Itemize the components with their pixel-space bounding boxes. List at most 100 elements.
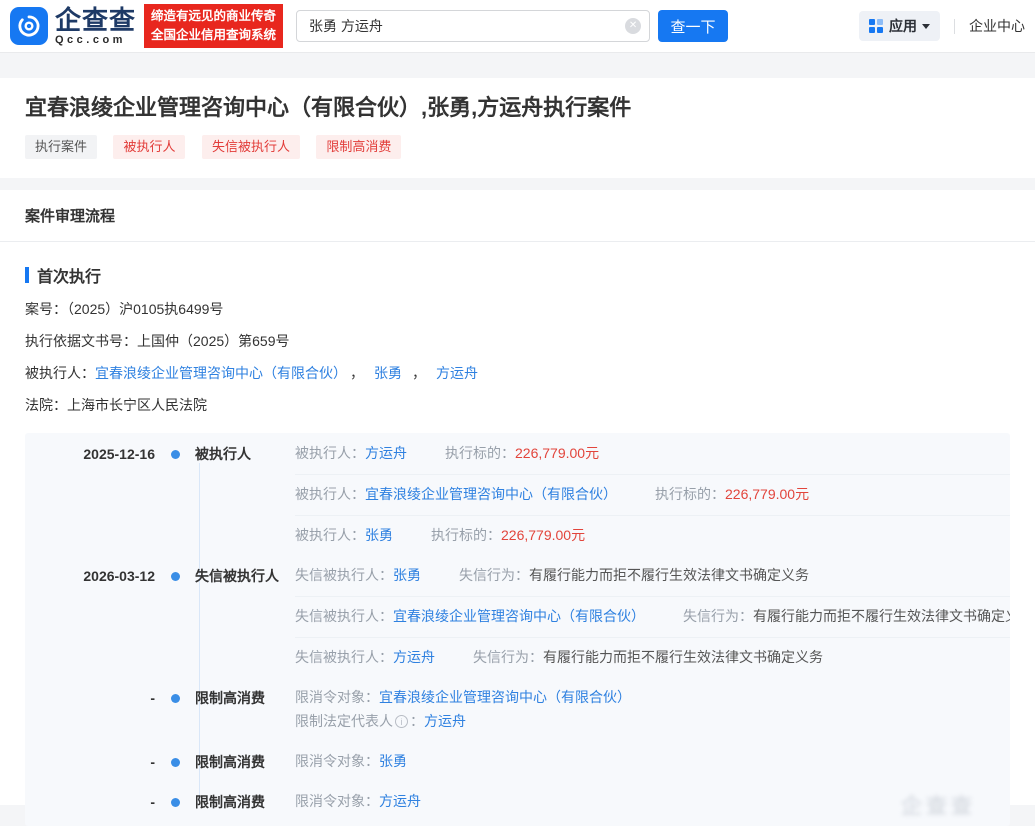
party-link[interactable]: 宜春浪绫企业管理咨询中心（有限合伙）: [365, 486, 617, 502]
detail-label: 被执行人：: [295, 527, 365, 543]
detail-label: 执行标的：: [655, 486, 725, 502]
timeline-dot: [171, 450, 180, 459]
detail-label: 限消令对象：: [295, 753, 379, 769]
execution-amount: 226,779.00元: [725, 486, 809, 502]
clear-search-icon[interactable]: ✕: [625, 18, 641, 34]
tag-row: 执行案件 被执行人 失信被执行人 限制高消费: [25, 135, 1010, 159]
detail-label: 限消令对象：: [295, 689, 379, 705]
detail-label: 失信被执行人：: [295, 608, 393, 624]
execution-amount: 226,779.00元: [515, 445, 599, 461]
party-link[interactable]: 张勇: [365, 527, 393, 543]
case-number-value: （2025）沪0105执6499号: [67, 301, 223, 317]
detail-row: 失信被执行人：宜春浪绫企业管理咨询中心（有限合伙）失信行为：有履行能力而拒不履行…: [295, 596, 1010, 637]
party-link[interactable]: 方运舟: [424, 713, 466, 729]
party-link-company[interactable]: 宜春浪绫企业管理咨询中心（有限合伙）: [95, 365, 340, 381]
chevron-down-icon: [922, 24, 930, 29]
detail-label: 失信行为：: [683, 608, 753, 624]
search-input[interactable]: [296, 10, 650, 42]
party-link[interactable]: 方运舟: [365, 445, 407, 461]
section-title: 案件审理流程: [25, 205, 1010, 226]
detail-label: 失信行为：: [459, 567, 529, 583]
basis-document-row: 执行依据文书号：上国仲（2025）第659号: [25, 332, 1010, 351]
event-date: -: [25, 782, 155, 812]
party-link[interactable]: 宜春浪绫企业管理咨询中心（有限合伙）: [393, 608, 645, 624]
tag-dishonest-person: 失信被执行人: [202, 135, 300, 159]
party-link-fangyunzhou[interactable]: 方运舟: [436, 365, 478, 381]
detail-label: 失信被执行人：: [295, 567, 393, 583]
section-divider: [0, 241, 1035, 242]
detail-label: 限制法定代表人: [295, 713, 393, 729]
qcc-logo[interactable]: 企查查 Qcc.com: [10, 7, 136, 46]
stage-accent-bar: [25, 267, 29, 283]
header-divider: [954, 19, 955, 34]
party-link[interactable]: 宜春浪绫企业管理咨询中心（有限合伙）: [379, 689, 631, 705]
detail-row: 被执行人：宜春浪绫企业管理咨询中心（有限合伙）执行标的：226,779.00元: [295, 474, 1010, 515]
timeline-dot: [171, 758, 180, 767]
event-date: 2025-12-16: [25, 434, 155, 464]
detail-label: ：: [410, 713, 424, 729]
timeline-event-executed: 2025-12-16 被执行人 被执行人：方运舟执行标的：226,779.00元…: [25, 434, 1010, 556]
timeline-event-restriction: - 限制高消费 限消令对象：宜春浪绫企业管理咨询中心（有限合伙） 限制法定代表人…: [25, 678, 1010, 742]
court-row: 法院：上海市长宁区人民法院: [25, 396, 1010, 415]
timeline-dot: [171, 694, 180, 703]
detail-row: 被执行人：方运舟 执行标的：226,779.00元: [295, 434, 1010, 474]
slogan-banner: 缔造有远见的商业传奇 全国企业信用查询系统: [144, 4, 283, 48]
tag-consumption-restriction: 限制高消费: [316, 135, 401, 159]
execution-amount: 226,779.00元: [501, 527, 585, 543]
detail-row: 失信被执行人：方运舟失信行为：有履行能力而拒不履行生效法律文书确定义务: [295, 637, 1010, 678]
slogan-line2: 全国企业信用查询系统: [151, 26, 276, 45]
basis-document-value: 上国仲（2025）第659号: [137, 333, 290, 349]
event-type: 被执行人: [195, 434, 295, 464]
tag-execution-case: 执行案件: [25, 135, 97, 159]
title-card: 宜春浪绫企业管理咨询中心（有限合伙）,张勇,方运舟执行案件 执行案件 被执行人 …: [0, 78, 1035, 178]
qcc-logo-icon: [10, 7, 48, 45]
brand-name: 企查查: [55, 7, 136, 33]
timeline-dot: [171, 798, 180, 807]
party-separator: ，: [350, 365, 364, 381]
event-type: 限制高消费: [195, 678, 295, 708]
event-type: 限制高消费: [195, 742, 295, 772]
detail-label: 执行标的：: [431, 527, 501, 543]
case-number-row: 案号：（2025）沪0105执6499号: [25, 300, 1010, 319]
party-link[interactable]: 张勇: [379, 753, 407, 769]
case-card: 案件审理流程 首次执行 案号：（2025）沪0105执6499号 执行依据文书号…: [0, 190, 1035, 805]
party-separator: ，: [412, 365, 426, 381]
detail-row: 限消令对象：张勇: [295, 742, 1010, 782]
party-link[interactable]: 方运舟: [393, 649, 435, 665]
detail-row: 失信被执行人：张勇失信行为：有履行能力而拒不履行生效法律文书确定义务: [295, 556, 1010, 596]
slogan-line1: 缔造有远见的商业传奇: [151, 7, 276, 26]
timeline-event-restriction: - 限制高消费 限消令对象：方运舟: [25, 782, 1010, 822]
party-link[interactable]: 张勇: [393, 567, 421, 583]
detail-label: 失信被执行人：: [295, 649, 393, 665]
detail-label: 执行标的：: [445, 445, 515, 461]
timeline-dot: [171, 572, 180, 581]
event-date: 2026-03-12: [25, 556, 155, 586]
party-link-zhangyong[interactable]: 张勇: [374, 365, 402, 381]
apps-menu-button[interactable]: 应用: [859, 11, 940, 41]
info-icon[interactable]: i: [395, 715, 408, 728]
detail-row: 限消令对象：方运舟: [295, 782, 1010, 822]
detail-row: 限消令对象：宜春浪绫企业管理咨询中心（有限合伙） 限制法定代表人i：方运舟: [295, 678, 1010, 742]
top-header: 企查查 Qcc.com 缔造有远见的商业传奇 全国企业信用查询系统 ✕ 查一下 …: [0, 0, 1035, 53]
apps-label: 应用: [889, 16, 917, 36]
search-button[interactable]: 查一下: [658, 10, 728, 42]
court-label: 法院：: [25, 397, 67, 413]
event-date: -: [25, 742, 155, 772]
court-value: 上海市长宁区人民法院: [67, 397, 207, 413]
timeline-event-dishonest: 2026-03-12 失信被执行人 失信被执行人：张勇失信行为：有履行能力而拒不…: [25, 556, 1010, 678]
detail-label: 被执行人：: [295, 445, 365, 461]
executed-persons-label: 被执行人：: [25, 365, 95, 381]
timeline-event-restriction: - 限制高消费 限消令对象：张勇: [25, 742, 1010, 782]
enterprise-center-link[interactable]: 企业中心: [969, 16, 1025, 36]
stage-title: 首次执行: [37, 263, 101, 287]
event-date: -: [25, 678, 155, 708]
tag-executed-person: 被执行人: [113, 135, 185, 159]
stage-header: 首次执行: [25, 263, 1010, 287]
apps-grid-icon: [869, 19, 883, 33]
dishonest-behavior: 有履行能力而拒不履行生效法律文书确定义务: [543, 649, 823, 665]
detail-row: 被执行人：张勇 执行标的：226,779.00元: [295, 515, 1010, 556]
executed-persons-row: 被执行人：宜春浪绫企业管理咨询中心（有限合伙） ， 张勇 ， 方运舟: [25, 364, 1010, 383]
event-type: 限制高消费: [195, 782, 295, 812]
brand-domain: Qcc.com: [55, 35, 136, 46]
event-type: 失信被执行人: [195, 556, 295, 586]
